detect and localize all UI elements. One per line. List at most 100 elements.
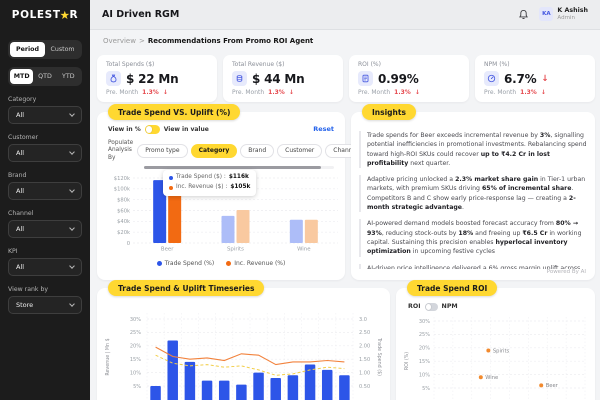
sidebar-filters: Category All Customer All Brand All Channel All…	[8, 96, 82, 314]
timeseries-bar-4[interactable]	[201, 380, 213, 400]
avatar: KA	[539, 7, 554, 22]
filter-label: Customer	[8, 134, 39, 141]
trade-spend-vs-uplift-panel: Trade Spend VS. Uplift (%) View in % Vie…	[97, 104, 366, 280]
chevron-down-icon	[69, 187, 75, 193]
chevron-down-icon	[69, 111, 75, 117]
delta-value: 1.3%	[520, 89, 537, 96]
filter-label: Brand	[8, 172, 27, 179]
timeseries-bar-8[interactable]	[270, 377, 281, 400]
scatter-point-spirits[interactable]	[486, 347, 491, 352]
bar-spirits-inc-revenue[interactable]	[236, 210, 250, 244]
tooltip-label: Trade Spend ($) :	[176, 174, 226, 180]
filter-select-view-rank-by[interactable]: Store	[8, 296, 82, 314]
svg-text:0.50: 0.50	[359, 384, 370, 390]
filter-select-category[interactable]: All	[8, 106, 82, 124]
down-arrow-icon: ↓	[541, 73, 549, 84]
kpi-card-total-spends: Total Spends ($) $ 22 Mn Pre. Month 1.3% ↓	[97, 55, 217, 102]
chip-brand[interactable]: Brand	[240, 143, 275, 158]
scatter-point-beer[interactable]	[539, 382, 544, 387]
scatter-point-wine[interactable]	[478, 374, 483, 379]
legend-dot-icon	[156, 261, 162, 267]
reset-button[interactable]: Reset	[313, 125, 334, 133]
mode-tab-period[interactable]: Period	[10, 42, 45, 57]
bar-wine-inc-revenue[interactable]	[304, 219, 318, 244]
kpi-label: ROI (%)	[358, 61, 381, 68]
timeseries-bar-7[interactable]	[253, 372, 264, 400]
trade-spend-roi-scatter-chart: 30% 25% 20% 15% 10% 5% Spirits Wine Beer ROI (%)	[404, 316, 586, 400]
tooltip-value: $105k	[230, 183, 251, 190]
legend-item-trade-spend: Trade Spend (%)	[156, 260, 214, 267]
timeseries-bar-2[interactable]	[167, 340, 178, 400]
filter-label: KPI	[8, 248, 18, 255]
svg-text:20%: 20%	[419, 345, 430, 351]
kpi-value: 6.7%	[504, 71, 537, 86]
down-arrow-icon: ↓	[540, 89, 546, 96]
tooltip-row: Trade Spend ($) : $116k	[169, 173, 250, 183]
filter-select-customer[interactable]: All	[8, 144, 82, 162]
bar-spirits-trade-spend[interactable]	[221, 216, 235, 244]
insights-panel: Insights Trade spends for Beer exceeds i…	[351, 104, 595, 280]
filter-kpi: KPI All	[8, 248, 82, 276]
chevron-down-icon	[69, 149, 75, 155]
chips-scrollbar-thumb[interactable]	[144, 166, 321, 170]
svg-text:10%: 10%	[130, 370, 141, 376]
chip-category[interactable]: Category	[190, 143, 238, 158]
user-name: K Ashish	[557, 7, 588, 15]
insight-paragraph: AI-powered demand models boosted forecas…	[359, 219, 587, 257]
svg-text:$80k: $80k	[117, 198, 130, 204]
filter-select-brand[interactable]: All	[8, 182, 82, 200]
range-tab-mtd[interactable]: MTD	[10, 69, 34, 84]
chart-legend: Trade Spend (%) Inc. Revenue (%)	[104, 260, 338, 267]
svg-text:3.0: 3.0	[359, 317, 367, 323]
kpi-value: $ 22 Mn	[126, 71, 179, 86]
timeseries-bar-3[interactable]	[184, 361, 196, 400]
notification-bell-icon[interactable]	[518, 9, 529, 20]
range-tab-qtd[interactable]: QTD	[33, 69, 56, 84]
chip-promo-type[interactable]: Promo type	[137, 143, 188, 158]
svg-text:20%: 20%	[130, 344, 141, 350]
trade-spend-roi-panel: Trade Spend ROI ROI NPM 30% 25% 20% 15% 10% 5…	[396, 280, 595, 400]
filter-channel: Channel All	[8, 210, 82, 238]
mode-tab-custom[interactable]: Custom	[45, 42, 80, 57]
delta-label: Pre. Month	[106, 89, 139, 96]
svg-text:$100k: $100k	[114, 187, 130, 193]
roi-toggle-label: ROI	[408, 303, 421, 311]
svg-text:10%: 10%	[419, 372, 430, 378]
range-tab-ytd[interactable]: YTD	[57, 69, 80, 84]
filter-value: All	[16, 187, 25, 195]
kpi-card-roi: ROI (%) 0.99% Pre. Month 1.3% ↓	[349, 55, 469, 102]
legend-label: Inc. Revenue (%)	[234, 260, 286, 268]
timeseries-bar-11[interactable]	[321, 369, 333, 400]
chip-customer[interactable]: Customer	[277, 143, 323, 158]
timeseries-bar-6[interactable]	[236, 384, 247, 400]
bar-wine-trade-spend[interactable]	[289, 219, 303, 244]
filter-select-kpi[interactable]: All	[8, 258, 82, 276]
svg-text:Beer: Beer	[546, 383, 559, 389]
timeseries-bar-9[interactable]	[287, 375, 299, 400]
roi-npm-toggle[interactable]	[424, 303, 438, 311]
svg-text:1.50: 1.50	[359, 357, 370, 363]
timeseries-bar-1[interactable]	[150, 386, 161, 400]
powered-by-ai-label: Powered By AI	[538, 269, 586, 275]
breadcrumb-root[interactable]: Overview	[103, 37, 136, 45]
down-arrow-icon: ↓	[414, 89, 420, 96]
timeseries-bar-12[interactable]	[339, 375, 350, 400]
svg-text:25%: 25%	[419, 332, 430, 338]
sidebar: Period Custom MTD QTD YTD Category All Custom…	[0, 0, 90, 400]
delta-label: Pre. Month	[358, 89, 391, 96]
tooltip-dot-icon	[169, 175, 173, 180]
kpi-label: Total Revenue ($)	[232, 61, 285, 68]
delta-label: Pre. Month	[232, 89, 265, 96]
filter-select-channel[interactable]: All	[8, 220, 82, 238]
svg-text:$20k: $20k	[117, 230, 130, 236]
filter-label: Channel	[8, 210, 34, 217]
timeseries-bar-5[interactable]	[218, 380, 230, 400]
user-menu[interactable]: KA K Ashish Admin	[539, 7, 588, 22]
svg-text:0: 0	[127, 241, 130, 247]
panel-title-pill: Trade Spend ROI	[407, 280, 498, 296]
view-mode-toggle[interactable]	[144, 125, 160, 134]
svg-text:30%: 30%	[419, 318, 430, 324]
npm-gauge-icon	[484, 71, 499, 86]
logo-text-suffix: R	[69, 9, 79, 21]
filter-customer: Customer All	[8, 134, 82, 162]
